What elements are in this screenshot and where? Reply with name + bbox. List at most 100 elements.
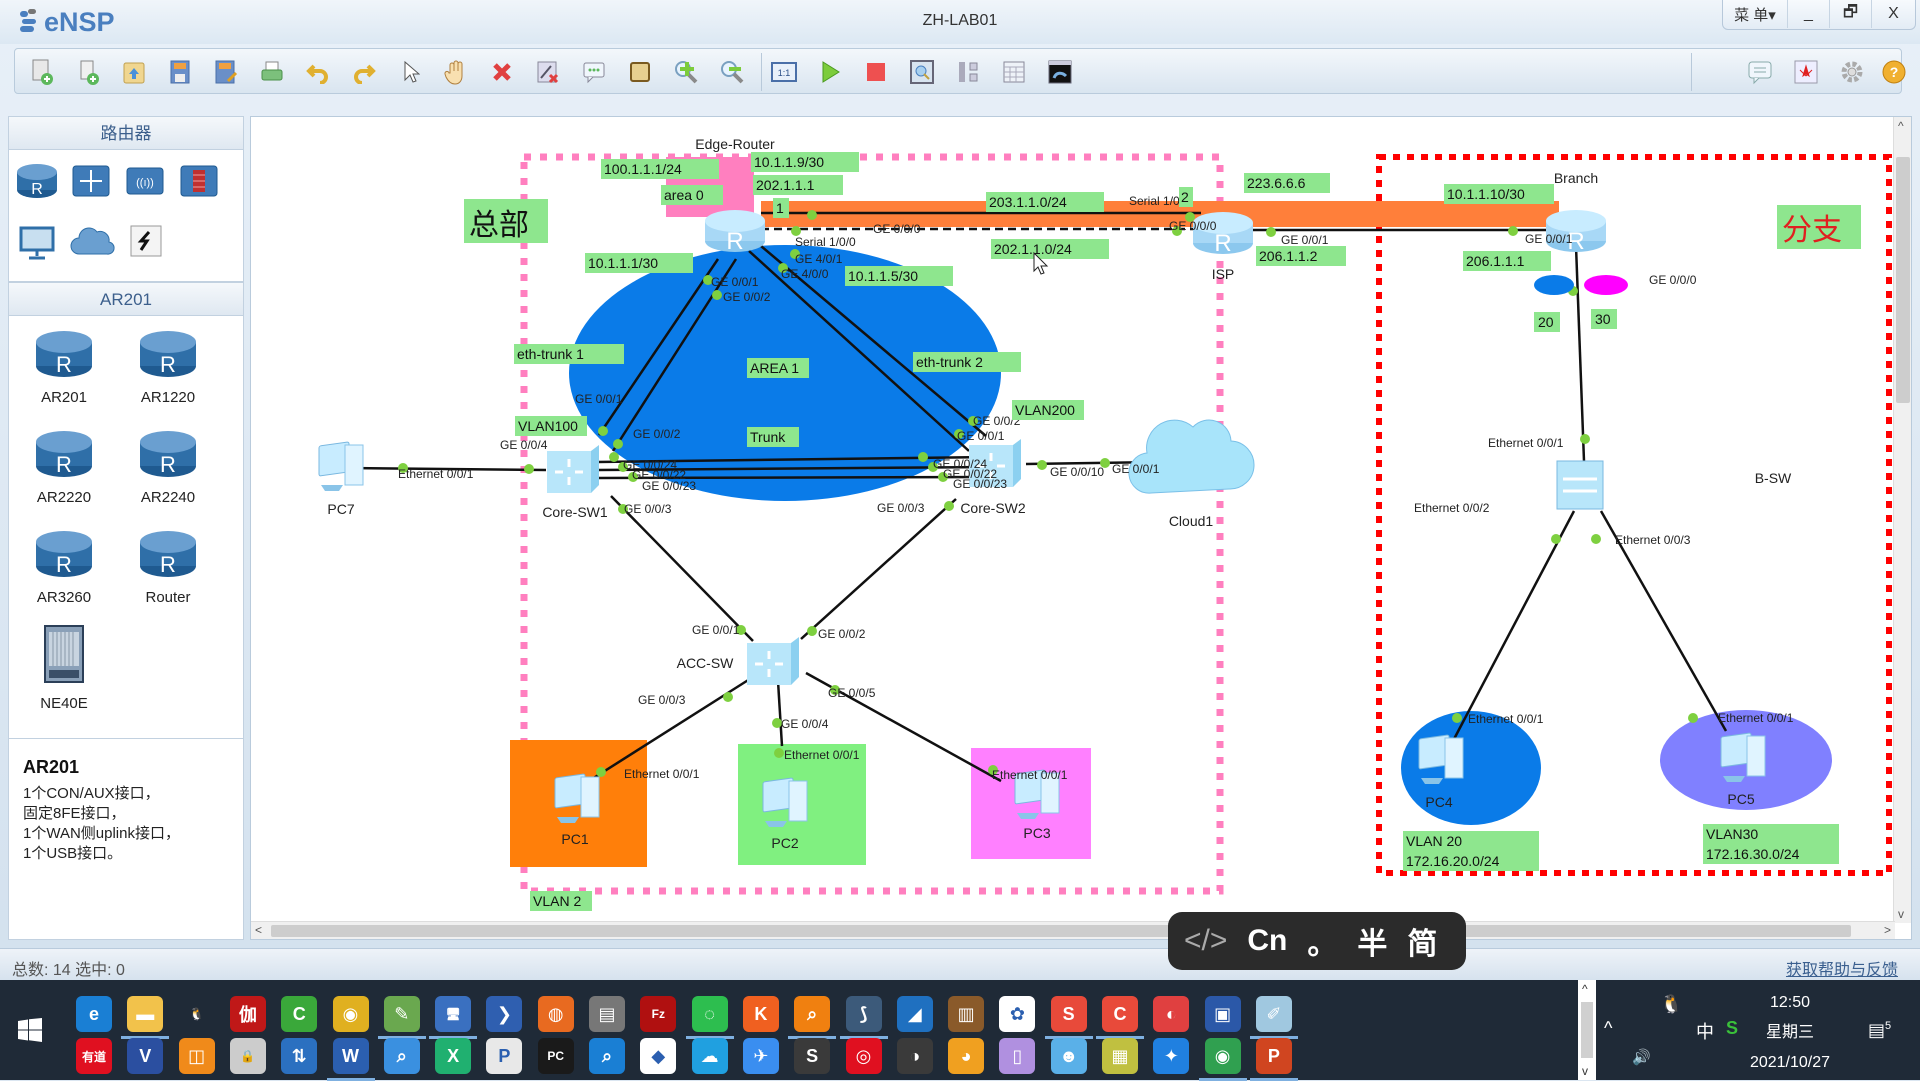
taskbar-app-powerpoint[interactable]: P (1249, 1038, 1298, 1081)
chat-button[interactable] (1745, 57, 1775, 87)
taskbar-app-jia[interactable]: 伽 (229, 996, 266, 1032)
taskbar-app-remote-desktop[interactable]: 🖥 (429, 996, 478, 1039)
taskbar-app-tool-s[interactable]: ◆ (640, 1038, 677, 1074)
link-core1-acc[interactable] (610, 495, 754, 642)
taskbar-app-feishu[interactable]: ✈ (742, 1038, 779, 1074)
topology-button[interactable] (953, 57, 983, 87)
taskbar-app-qq[interactable]: 🐧 (179, 996, 215, 1032)
grid-button[interactable] (999, 57, 1029, 87)
taskbar-app-paint[interactable]: ✐ (1249, 996, 1298, 1039)
zoom-out-button[interactable] (717, 57, 747, 87)
link-acc-pc2[interactable] (776, 680, 784, 747)
link-branch-bsw[interactable] (1574, 245, 1586, 462)
menu-button[interactable]: 菜 单▾ (1723, 0, 1787, 28)
tray-expand-icon[interactable]: ^ (1604, 1018, 1612, 1039)
category-wlan[interactable]: ((ı)) (123, 160, 167, 200)
taskbar-app-pycharm[interactable]: PC (537, 1038, 574, 1074)
ime-indicator[interactable]: 中 (1696, 1018, 1714, 1044)
model-ar2220[interactable]: R AR2220 (19, 426, 109, 506)
taskbar-app-vm-lock[interactable]: ▤ (589, 996, 625, 1032)
model-ar2240[interactable]: R AR2240 (123, 426, 213, 506)
core-sw1-device[interactable]: Core-SW1 (542, 443, 608, 520)
taskbar-app-sync-tool[interactable]: ◑ (896, 1038, 933, 1074)
help-button[interactable]: ? (1879, 57, 1909, 87)
help-feedback-link[interactable]: 获取帮助与反馈 (1786, 956, 1898, 980)
category-firewall[interactable] (177, 160, 221, 200)
taskbar-app-blue-app[interactable]: ✦ (1153, 1038, 1190, 1074)
taskbar-app-library[interactable]: ▥ (948, 996, 985, 1032)
taskbar-app-kingsoft[interactable]: K (742, 996, 779, 1032)
taskbar-app-file-explorer[interactable]: ▬ (121, 996, 170, 1039)
console-button[interactable] (1045, 57, 1075, 87)
taskbar-app-baidu-netdisk[interactable]: ✿ (999, 996, 1036, 1032)
taskbar-app-tcp-ip[interactable]: ▦ (1102, 1038, 1138, 1074)
taskbar-app-doc-search[interactable]: ⌕ (589, 1038, 625, 1074)
palette-button[interactable] (625, 57, 655, 87)
huawei-button[interactable] (1791, 57, 1821, 87)
restore-button[interactable]: 🗗 (1829, 0, 1871, 28)
taskbar-app-netease-music[interactable]: ◎ (845, 1038, 882, 1074)
taskbar-app-camtasia[interactable]: C (281, 996, 318, 1032)
pc7-device[interactable]: PC7 (318, 441, 364, 517)
taskbar-app-word[interactable]: W (326, 1038, 375, 1081)
windows-start-icon[interactable] (18, 1018, 42, 1042)
category-switch[interactable] (69, 160, 113, 200)
new-topology-button[interactable] (27, 57, 57, 87)
taskbar-scroll-down-icon[interactable]: v (1582, 1064, 1588, 1078)
text-note-button[interactable] (579, 57, 609, 87)
notification-center-icon[interactable]: ▤5 (1868, 1020, 1891, 1041)
taskbar-app-vmware[interactable]: ◫ (178, 1038, 215, 1074)
delete-link-button[interactable] (533, 57, 563, 87)
open-button[interactable] (119, 57, 149, 87)
taskbar-scroll[interactable]: ^ v (1578, 980, 1596, 1080)
category-connection[interactable] (123, 222, 167, 262)
volume-icon[interactable]: 🔊 (1632, 1048, 1651, 1066)
undo-button[interactable] (303, 57, 333, 87)
sogou-tray-icon[interactable]: S (1726, 1018, 1738, 1039)
category-cloud[interactable] (69, 222, 115, 262)
taskbar-app-lock-app[interactable]: 🔒 (229, 1038, 266, 1074)
model-ne40e[interactable]: NE40E (19, 622, 109, 712)
taskbar-app-purple-app[interactable]: ▯ (999, 1038, 1036, 1074)
ime-script[interactable]: 简 (1407, 919, 1437, 963)
taskbar-app-powershell[interactable]: ❯ (486, 996, 523, 1032)
vertical-scrollbar[interactable]: ^ v (1893, 117, 1911, 923)
settings-button[interactable] (1837, 57, 1867, 87)
link-bsw-pc4[interactable] (1451, 510, 1576, 742)
fit-button[interactable]: 1:1 (769, 57, 799, 87)
topology-canvas[interactable]: R (250, 116, 1912, 940)
model-ar201[interactable]: R AR201 (19, 326, 109, 406)
save-as-button[interactable] (211, 57, 241, 87)
new-exam-button[interactable] (73, 57, 103, 87)
category-terminal[interactable] (15, 222, 59, 262)
taskbar-app-secure-transfer[interactable]: ⇅ (281, 1038, 318, 1074)
qq-tray-icon[interactable]: 🐧 (1660, 994, 1682, 1015)
ime-width[interactable]: 半 (1357, 919, 1387, 963)
model-ar1220[interactable]: R AR1220 (123, 326, 213, 406)
taskbar-app-snail[interactable]: ◐ (1153, 996, 1190, 1032)
taskbar-app-floppy[interactable]: ▣ (1204, 996, 1241, 1032)
taskbar-scroll-up-icon[interactable]: ^ (1582, 982, 1588, 996)
taskbar-app-xmind[interactable]: X (435, 1038, 472, 1074)
minimize-button[interactable]: _ (1787, 0, 1829, 28)
pan-button[interactable] (441, 57, 471, 87)
taskbar-app-ensp[interactable]: ⟆ (839, 996, 888, 1039)
acc-sw-device[interactable]: ACC-SW (677, 635, 801, 687)
taskbar-app-magnifier[interactable]: ⌕ (383, 1038, 420, 1074)
delete-button[interactable] (487, 57, 517, 87)
taskbar-app-edge[interactable]: e (76, 996, 112, 1032)
taskbar-app-wechat[interactable]: ◌ (685, 996, 734, 1039)
redo-button[interactable] (349, 57, 379, 87)
model-router[interactable]: R Router (123, 526, 213, 606)
taskbar-app-wps-c[interactable]: C (1096, 996, 1144, 1039)
scroll-down-icon[interactable]: v (1898, 907, 1904, 921)
taskbar-app-search-tool[interactable]: ⌕ (788, 996, 837, 1039)
taskbar-app-wps-s[interactable]: S (1044, 996, 1093, 1039)
ime-punctuation[interactable]: 。 (1307, 919, 1337, 963)
horizontal-scrollbar[interactable]: < > (251, 921, 1895, 939)
save-button[interactable] (165, 57, 195, 87)
clock[interactable]: 12:50 星期三 2021/10/27 (1740, 988, 1840, 1078)
taskbar-app-filezilla[interactable]: Fz (640, 996, 677, 1032)
scroll-left-icon[interactable]: < (255, 923, 262, 937)
taskbar-app-sublime[interactable]: S (794, 1038, 831, 1074)
